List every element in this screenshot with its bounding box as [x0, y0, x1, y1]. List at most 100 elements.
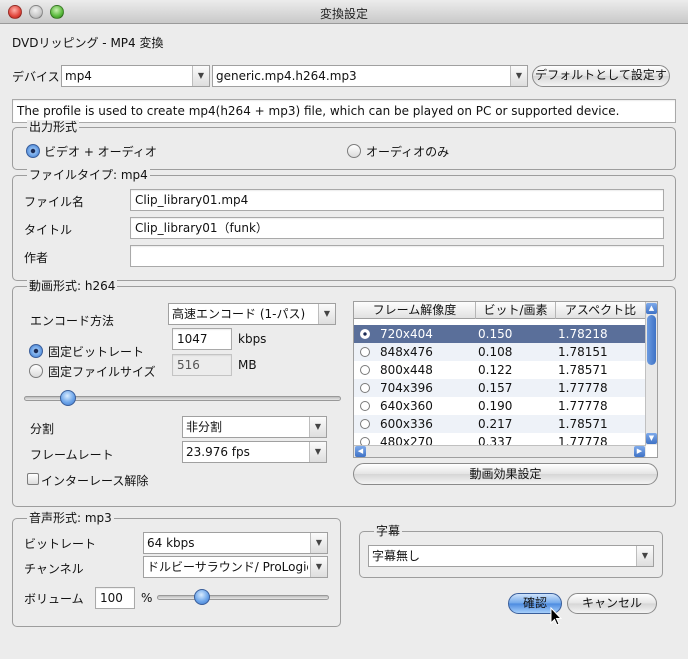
file-size-input[interactable]: 516	[172, 354, 232, 376]
mouse-cursor-icon	[550, 607, 563, 626]
audio-only-label: オーディオのみ	[366, 145, 450, 159]
audio-bitrate-select[interactable]: 64 kbps ▼	[143, 532, 328, 554]
audio-format-legend: 音声形式: mp3	[27, 511, 114, 525]
table-row[interactable]: 600x336 0.217 1.78571	[354, 415, 646, 433]
column-header-aspect[interactable]: アスペクト比	[556, 302, 646, 319]
resolution-table: フレーム解像度 ビット/画素 アスペクト比 720x404 0.150 1.7821…	[353, 301, 658, 458]
set-default-button[interactable]: デフォルトとして設定す	[532, 65, 670, 87]
subtitle-legend: 字幕	[374, 524, 403, 538]
title-label: タイトル	[24, 223, 73, 237]
table-cell-bpp: 0.217	[478, 417, 513, 431]
row-radio[interactable]	[360, 419, 370, 429]
table-row[interactable]: 704x396 0.157 1.77778	[354, 379, 646, 397]
vertical-scroll-thumb[interactable]	[647, 315, 656, 365]
fixed-size-label: 固定ファイルサイズ	[48, 365, 156, 379]
dialog-subtitle: DVDリッピング - MP4 変換	[12, 36, 164, 50]
volume-label: ボリューム	[24, 592, 84, 606]
filename-label: ファイル名	[24, 195, 85, 209]
encode-method-label: エンコード方法	[30, 314, 115, 328]
scroll-down-icon[interactable]: ▼	[646, 433, 657, 444]
chevron-down-icon: ▼	[318, 304, 335, 324]
fixed-bitrate-radio[interactable]	[29, 344, 43, 358]
table-horizontal-scrollbar[interactable]: ◀ ▶	[354, 445, 646, 457]
profile-description-field[interactable]: The profile is used to create mp4(h264 +…	[12, 99, 676, 123]
output-format-legend: 出力形式	[27, 120, 80, 134]
row-radio[interactable]	[360, 347, 370, 357]
video-effects-button[interactable]: 動画効果設定	[353, 463, 658, 485]
table-row[interactable]: 800x448 0.122 1.78571	[354, 361, 646, 379]
table-row[interactable]: 640x360 0.190 1.77778	[354, 397, 646, 415]
split-value: 非分割	[186, 420, 223, 434]
row-radio[interactable]	[360, 401, 370, 411]
volume-unit: %	[141, 591, 153, 605]
bitrate-slider-knob[interactable]	[60, 390, 77, 406]
table-cell-aspect: 1.78571	[558, 363, 608, 377]
row-radio[interactable]	[360, 329, 370, 339]
chevron-down-icon: ▼	[309, 417, 326, 437]
author-input[interactable]	[130, 245, 664, 267]
column-header-bpp[interactable]: ビット/画素	[476, 302, 556, 319]
table-row[interactable]: 848x476 0.108 1.78151	[354, 343, 646, 361]
framerate-select[interactable]: 23.976 fps ▼	[182, 441, 327, 463]
framerate-label: フレームレート	[30, 448, 114, 462]
profile-select-value: generic.mp4.h264.mp3	[216, 69, 357, 83]
table-cell-res: 704x396	[380, 381, 433, 395]
channel-value: ドルビーサラウンド/ ProLogic	[147, 560, 308, 574]
chevron-down-icon: ▼	[636, 546, 653, 566]
bitrate-input[interactable]: 1047	[172, 328, 232, 350]
video-audio-label: ビデオ + オーディオ	[44, 145, 157, 159]
subtitle-value: 字幕無し	[372, 549, 421, 563]
profile-select[interactable]: generic.mp4.h264.mp3 ▼	[212, 65, 528, 87]
resolution-table-header: フレーム解像度 ビット/画素 アスペクト比	[354, 302, 646, 319]
chevron-down-icon: ▼	[510, 66, 527, 86]
table-cell-aspect: 1.78218	[558, 327, 608, 341]
chevron-down-icon: ▼	[192, 66, 209, 86]
file-size-unit: MB	[238, 358, 257, 372]
channel-label: チャンネル	[24, 562, 84, 576]
row-radio[interactable]	[360, 365, 370, 375]
table-vertical-scrollbar[interactable]: ▲ ▼	[645, 302, 657, 445]
scroll-left-icon[interactable]: ◀	[355, 446, 366, 457]
volume-slider-track[interactable]	[157, 595, 329, 600]
table-cell-aspect: 1.77778	[558, 381, 608, 395]
device-label: デバイス	[12, 70, 60, 84]
table-cell-res: 720x404	[380, 327, 433, 341]
table-row[interactable]: 720x404 0.150 1.78218	[354, 325, 646, 343]
split-label: 分割	[30, 422, 55, 436]
audio-only-radio[interactable]	[347, 144, 361, 158]
table-cell-res: 848x476	[380, 345, 433, 359]
chevron-down-icon: ▼	[310, 557, 327, 577]
deinterlace-label: インターレース解除	[41, 474, 149, 488]
audio-bitrate-value: 64 kbps	[147, 536, 195, 550]
title-input[interactable]: Clip_library01（funk）	[130, 217, 664, 239]
filename-input[interactable]: Clip_library01.mp4	[130, 189, 664, 211]
device-select-value: mp4	[65, 69, 92, 83]
encode-method-value: 高速エンコード (1-パス)	[172, 307, 306, 321]
framerate-value: 23.976 fps	[186, 445, 250, 459]
device-select[interactable]: mp4 ▼	[61, 65, 210, 87]
fixed-bitrate-label: 固定ビットレート	[48, 345, 145, 359]
chevron-down-icon: ▼	[309, 442, 326, 462]
subtitle-select[interactable]: 字幕無し ▼	[368, 545, 654, 567]
column-header-resolution[interactable]: フレーム解像度	[354, 302, 476, 319]
encode-method-select[interactable]: 高速エンコード (1-パス) ▼	[168, 303, 336, 325]
cancel-button[interactable]: キャンセル	[567, 593, 657, 614]
audio-bitrate-label: ビットレート	[24, 537, 97, 551]
chevron-down-icon: ▼	[310, 533, 327, 553]
volume-input[interactable]: 100	[95, 587, 135, 609]
scroll-up-icon[interactable]: ▲	[646, 303, 657, 314]
table-cell-bpp: 0.190	[478, 399, 513, 413]
scroll-right-icon[interactable]: ▶	[634, 446, 645, 457]
window-title: 変換設定	[319, 7, 368, 21]
split-select[interactable]: 非分割 ▼	[182, 416, 327, 438]
table-cell-res: 640x360	[380, 399, 433, 413]
table-cell-aspect: 1.78571	[558, 417, 608, 431]
bitrate-unit: kbps	[238, 332, 267, 346]
table-cell-res: 800x448	[380, 363, 433, 377]
fixed-size-radio[interactable]	[29, 364, 43, 378]
deinterlace-checkbox[interactable]	[27, 473, 39, 485]
row-radio[interactable]	[360, 383, 370, 393]
table-cell-bpp: 0.108	[478, 345, 513, 359]
channel-select[interactable]: ドルビーサラウンド/ ProLogic ▼	[143, 556, 328, 578]
video-audio-radio[interactable]	[26, 144, 40, 158]
